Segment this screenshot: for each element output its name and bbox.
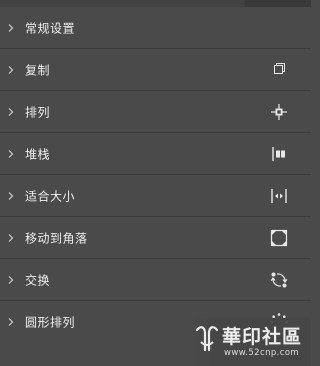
section-general-settings[interactable]: 常规设置 — [0, 7, 311, 49]
section-label: 适合大小 — [25, 189, 76, 203]
chevron-right-icon — [8, 233, 14, 242]
section-label: 移动到角落 — [25, 231, 88, 245]
watermark-url: www.52cnp.com — [224, 348, 300, 358]
chevron-right-icon — [8, 149, 14, 158]
chevron-right-icon — [8, 191, 14, 200]
chevron-right-icon — [8, 318, 14, 326]
watermark-logo-icon — [195, 326, 219, 352]
copy-icon[interactable] — [269, 60, 289, 80]
section-label: 排列 — [25, 105, 51, 119]
section-label: 常规设置 — [25, 21, 76, 35]
section-label: 交换 — [25, 273, 51, 287]
watermark-text: 華印社區 — [222, 326, 303, 348]
section-stack[interactable]: 堆栈 — [0, 133, 311, 175]
fit-size-icon[interactable] — [269, 186, 289, 206]
section-move-to-corner[interactable]: 移动到角落 — [0, 217, 311, 259]
section-fit-size[interactable]: 适合大小 — [0, 175, 311, 217]
options-panel: 常规设置 复制 排列 堆栈 适合大小 移动到角落 交换 圆形排列 — [0, 7, 311, 343]
watermark: 華印社區 www.52cnp.com — [190, 318, 311, 366]
chevron-right-icon — [8, 275, 14, 284]
section-arrange[interactable]: 排列 — [0, 91, 311, 133]
swap-icon[interactable] — [269, 270, 289, 290]
chevron-right-icon — [8, 107, 14, 116]
stack-icon[interactable] — [269, 144, 289, 164]
move-to-corner-icon[interactable] — [269, 228, 289, 248]
chevron-right-icon — [8, 23, 14, 32]
section-label: 复制 — [25, 63, 51, 77]
top-bar-tab — [245, 0, 311, 7]
section-label: 圆形排列 — [25, 315, 76, 330]
top-bar — [0, 0, 311, 7]
align-center-icon[interactable] — [269, 102, 289, 122]
section-label: 堆栈 — [25, 147, 51, 161]
section-swap[interactable]: 交换 — [0, 259, 311, 301]
section-duplicate[interactable]: 复制 — [0, 49, 311, 91]
chevron-right-icon — [8, 65, 14, 74]
